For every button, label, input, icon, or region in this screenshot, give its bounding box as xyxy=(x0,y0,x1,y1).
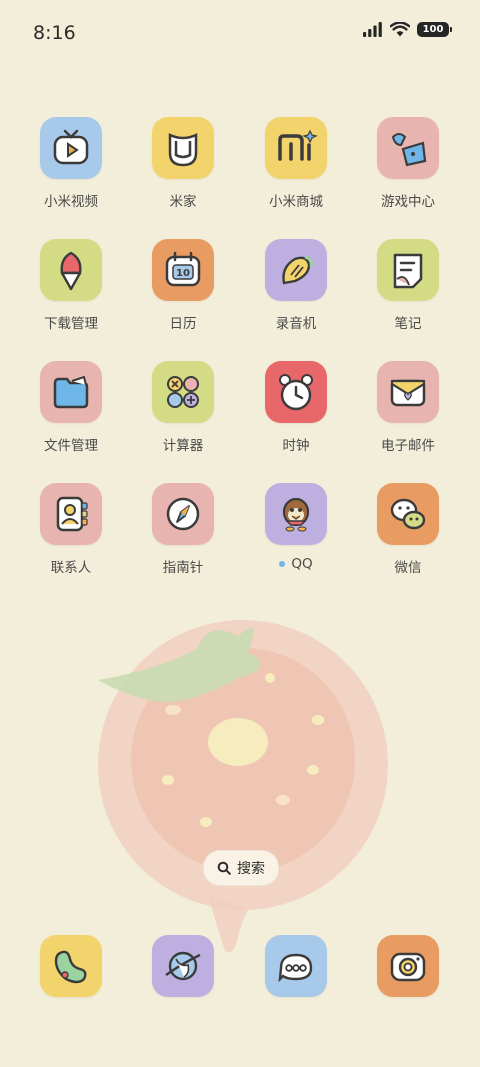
app-label: 小米商城 xyxy=(269,194,323,210)
wechat-icon[interactable] xyxy=(377,483,439,545)
search-label: 搜索 xyxy=(237,861,265,877)
camera-icon[interactable] xyxy=(377,935,439,997)
dock-phone[interactable] xyxy=(26,935,116,997)
download-icon[interactable] xyxy=(40,239,102,301)
browser-icon[interactable] xyxy=(152,935,214,997)
messages-icon[interactable] xyxy=(265,935,327,997)
search-icon xyxy=(217,861,231,875)
app-label: 小米视频 xyxy=(44,194,98,210)
app-label: 文件管理 xyxy=(44,438,98,454)
video-icon[interactable] xyxy=(40,117,102,179)
app-label: 微信 xyxy=(394,560,422,576)
status-bar: 8:16 100 xyxy=(0,0,480,68)
phone-icon[interactable] xyxy=(40,935,102,997)
app-label: 录音机 xyxy=(275,316,317,332)
game-center-icon[interactable] xyxy=(377,117,439,179)
clock-icon[interactable] xyxy=(265,361,327,423)
calendar-icon[interactable]: 10 xyxy=(152,239,214,301)
compass-icon[interactable] xyxy=(152,483,214,545)
app-notes[interactable]: 笔记 xyxy=(363,239,453,332)
dock-browser[interactable] xyxy=(138,935,228,997)
app-email[interactable]: 电子邮件 xyxy=(363,361,453,454)
tomato-wallpaper xyxy=(98,620,388,953)
app-label: 米家 xyxy=(169,194,197,210)
app-wechat[interactable]: 微信 xyxy=(363,483,453,576)
mijia-icon[interactable] xyxy=(152,117,214,179)
signal-icon xyxy=(363,22,382,37)
folder-icon[interactable] xyxy=(40,361,102,423)
app-label: 计算器 xyxy=(162,438,204,454)
battery-indicator: 100 xyxy=(417,22,452,37)
status-time: 8:16 xyxy=(33,22,76,44)
app-label: QQ xyxy=(251,556,341,572)
calendar-day: 10 xyxy=(176,268,190,279)
mi-store-icon[interactable] xyxy=(265,117,327,179)
app-label: 指南针 xyxy=(162,560,204,576)
notes-icon[interactable] xyxy=(377,239,439,301)
contacts-icon[interactable] xyxy=(40,483,102,545)
app-label: 电子邮件 xyxy=(381,438,435,454)
app-label-text: QQ xyxy=(291,556,313,572)
qq-icon[interactable] xyxy=(265,483,327,545)
calculator-icon[interactable] xyxy=(152,361,214,423)
app-game-center[interactable]: 游戏中心 xyxy=(363,117,453,210)
app-label: 日历 xyxy=(169,316,197,332)
app-calendar[interactable]: 10 日历 xyxy=(138,239,228,332)
app-qq[interactable]: QQ xyxy=(251,483,341,572)
app-label: 游戏中心 xyxy=(381,194,435,210)
app-calculator[interactable]: 计算器 xyxy=(138,361,228,454)
app-file-manager[interactable]: 文件管理 xyxy=(26,361,116,454)
app-mijia[interactable]: 米家 xyxy=(138,117,228,210)
app-label: 联系人 xyxy=(50,560,92,576)
app-label: 下载管理 xyxy=(44,316,98,332)
dock-camera[interactable] xyxy=(363,935,453,997)
app-mi-store[interactable]: 小米商城 xyxy=(251,117,341,210)
app-download-manager[interactable]: 下载管理 xyxy=(26,239,116,332)
app-clock[interactable]: 时钟 xyxy=(251,361,341,454)
email-icon[interactable] xyxy=(377,361,439,423)
app-label: 笔记 xyxy=(394,316,422,332)
recorder-icon[interactable] xyxy=(265,239,327,301)
wifi-icon xyxy=(390,22,410,37)
status-icons: 100 xyxy=(363,22,452,37)
search-button[interactable]: 搜索 xyxy=(203,850,279,886)
dock-messages[interactable] xyxy=(251,935,341,997)
new-install-dot xyxy=(279,561,286,567)
app-label: 时钟 xyxy=(282,438,310,454)
app-compass[interactable]: 指南针 xyxy=(138,483,228,576)
app-xiaomi-video[interactable]: 小米视频 xyxy=(26,117,116,210)
app-recorder[interactable]: 录音机 xyxy=(251,239,341,332)
app-contacts[interactable]: 联系人 xyxy=(26,483,116,576)
